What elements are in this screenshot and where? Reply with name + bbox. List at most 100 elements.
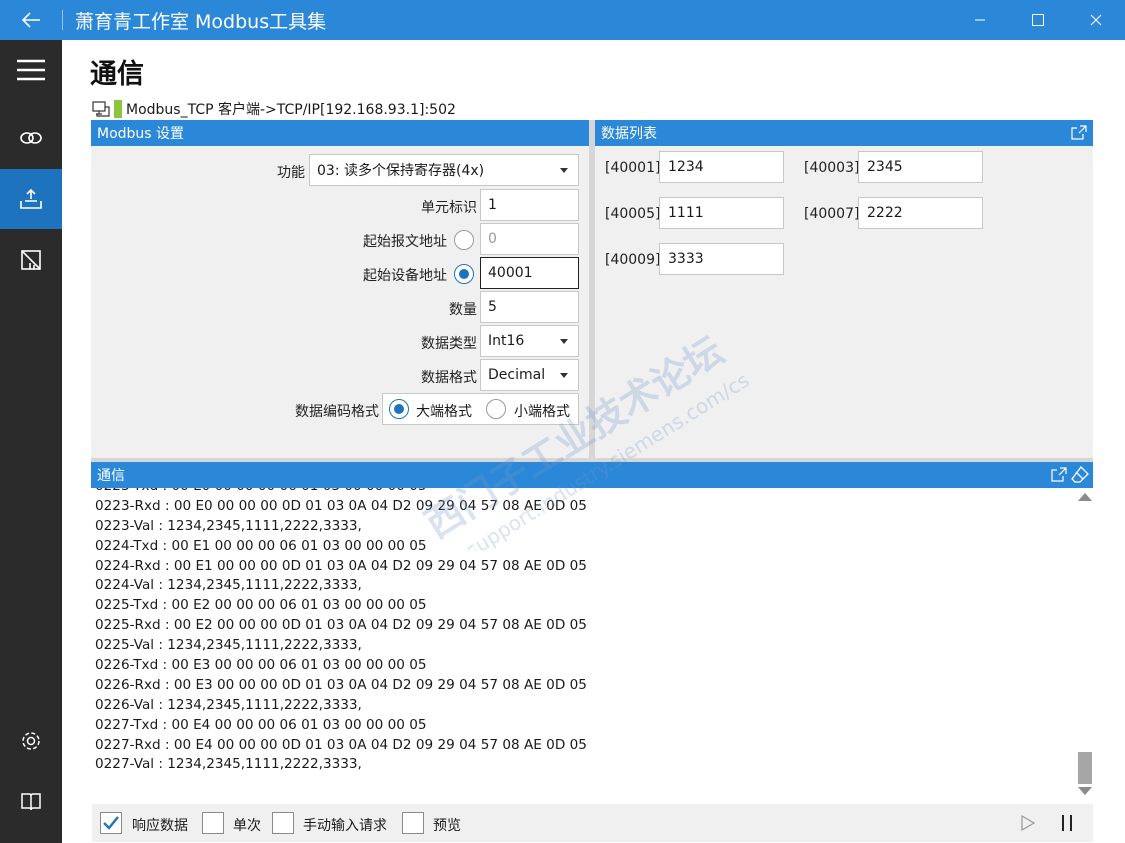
comm-log[interactable]: 0223-Txd : 00 E0 00 00 00 06 01 03 00 00… bbox=[92, 488, 1077, 793]
popout-icon[interactable] bbox=[1051, 467, 1067, 482]
single-checkbox[interactable] bbox=[202, 812, 224, 834]
arrow-left-icon bbox=[21, 12, 40, 28]
modbus-settings-panel: 功能 03: 读多个保持寄存器(4x) 单元标识 1 起始报文地址 0 起始设备… bbox=[91, 146, 589, 458]
data-format-select[interactable]: Decimal bbox=[480, 359, 579, 391]
start-msg-addr-label: 起始报文地址 bbox=[363, 234, 447, 250]
page-title: 通信 bbox=[90, 59, 144, 90]
log-line: 0226-Rxd : 00 E3 00 00 00 0D 01 03 0A 04… bbox=[95, 676, 587, 693]
function-value: 03: 读多个保持寄存器(4x) bbox=[317, 163, 485, 179]
log-line: 0223-Txd : 00 E0 00 00 00 06 01 03 00 00… bbox=[92, 488, 1077, 497]
network-computer-icon bbox=[92, 101, 110, 117]
title-bar: 萧育青工作室 Modbus工具集 bbox=[0, 0, 1125, 40]
scroll-thumb[interactable] bbox=[1078, 752, 1092, 784]
connection-label: Modbus_TCP 客户端->TCP/IP[192.168.93.1]:502 bbox=[126, 102, 456, 118]
log-line: 0223-Val : 1234,2345,1111,2222,3333, bbox=[95, 517, 362, 534]
hamburger-menu-button[interactable] bbox=[0, 40, 62, 100]
little-endian-radio[interactable] bbox=[486, 399, 506, 419]
pause-icon[interactable] bbox=[1060, 814, 1074, 832]
log-line: 0225-Txd : 00 E2 00 00 00 06 01 03 00 00… bbox=[95, 597, 427, 614]
close-button[interactable] bbox=[1067, 0, 1125, 40]
settings-gear-icon bbox=[22, 732, 40, 750]
start-msg-addr-value: 0 bbox=[488, 231, 497, 247]
chevron-down-icon bbox=[560, 339, 568, 344]
unit-id-input[interactable]: 1 bbox=[480, 189, 579, 221]
function-label: 功能 bbox=[277, 165, 305, 181]
main-content: 通信 Modbus_TCP 客户端->TCP/IP[192.168.93.1]:… bbox=[62, 40, 1125, 843]
chevron-down-icon bbox=[560, 168, 568, 173]
data-addr: [40005] bbox=[605, 206, 661, 222]
log-line: 0223-Rxd : 00 E0 00 00 00 0D 01 03 0A 04… bbox=[95, 497, 587, 514]
start-dev-addr-input[interactable]: 40001 bbox=[480, 257, 579, 289]
log-line: 0226-Val : 1234,2345,1111,2222,3333, bbox=[95, 696, 362, 713]
start-msg-addr-input[interactable]: 0 bbox=[480, 223, 579, 255]
data-addr: [40003] bbox=[804, 160, 860, 176]
eraser-icon[interactable] bbox=[1071, 466, 1089, 483]
log-line: 0224-Rxd : 00 E1 00 00 00 0D 01 03 0A 04… bbox=[95, 557, 587, 574]
start-dev-addr-radio[interactable] bbox=[454, 264, 474, 284]
data-list-title: 数据列表 bbox=[601, 126, 657, 142]
count-input[interactable]: 5 bbox=[480, 291, 579, 323]
checkmark-icon bbox=[103, 816, 119, 830]
data-list-header: 数据列表 bbox=[595, 120, 1093, 146]
function-select[interactable]: 03: 读多个保持寄存器(4x) bbox=[309, 154, 579, 186]
data-value: 1111 bbox=[668, 205, 704, 221]
log-line: 0227-Rxd : 00 E4 00 00 00 0D 01 03 0A 04… bbox=[95, 736, 587, 753]
data-format-value: Decimal bbox=[488, 367, 546, 383]
data-value-field[interactable]: 2345 bbox=[858, 151, 983, 183]
data-type-label: 数据类型 bbox=[421, 336, 477, 352]
start-msg-addr-radio[interactable] bbox=[454, 230, 474, 250]
log-line: 0224-Txd : 00 E1 00 00 00 06 01 03 00 00… bbox=[95, 537, 427, 554]
data-value-field[interactable]: 3333 bbox=[659, 243, 784, 275]
comm-header: 通信 bbox=[91, 462, 1093, 488]
log-line: 0226-Txd : 00 E3 00 00 00 06 01 03 00 00… bbox=[95, 657, 427, 674]
back-button[interactable] bbox=[0, 0, 62, 40]
chevron-down-icon bbox=[560, 373, 568, 378]
nav-settings[interactable] bbox=[0, 711, 62, 771]
log-line: 0224-Val : 1234,2345,1111,2222,3333, bbox=[95, 577, 362, 594]
link-icon bbox=[20, 132, 42, 144]
connection-indicator bbox=[114, 100, 122, 118]
nav-tools[interactable] bbox=[0, 230, 62, 290]
start-dev-addr-value: 40001 bbox=[488, 265, 533, 281]
data-value-field[interactable]: 2222 bbox=[858, 197, 983, 229]
nav-help[interactable] bbox=[0, 772, 62, 832]
preview-label: 预览 bbox=[433, 818, 461, 834]
play-icon[interactable] bbox=[1021, 815, 1035, 831]
hamburger-menu-icon bbox=[17, 59, 45, 81]
big-endian-label: 大端格式 bbox=[416, 404, 472, 420]
data-format-label: 数据格式 bbox=[421, 370, 477, 386]
comm-title: 通信 bbox=[97, 468, 125, 484]
big-endian-radio[interactable] bbox=[389, 399, 409, 419]
popout-icon[interactable] bbox=[1071, 125, 1087, 140]
data-value: 2222 bbox=[867, 205, 903, 221]
connection-status: Modbus_TCP 客户端->TCP/IP[192.168.93.1]:502 bbox=[92, 98, 456, 120]
data-value-field[interactable]: 1234 bbox=[659, 151, 784, 183]
manual-checkbox[interactable] bbox=[272, 812, 294, 834]
maximize-button[interactable] bbox=[1009, 0, 1067, 40]
encoding-label: 数据编码格式 bbox=[295, 404, 379, 420]
encoding-group: 大端格式 小端格式 bbox=[382, 393, 579, 425]
modbus-settings-header: Modbus 设置 bbox=[91, 120, 589, 146]
nav-connection[interactable] bbox=[0, 108, 62, 168]
comm-scrollbar[interactable] bbox=[1077, 488, 1093, 798]
data-list-panel: [40001] 1234 [40003] 2345 [40005] 1111 [… bbox=[595, 146, 1093, 458]
log-line: 0227-Val : 1234,2345,1111,2222,3333, bbox=[95, 756, 362, 773]
unit-id-label: 单元标识 bbox=[421, 200, 477, 216]
close-icon bbox=[1090, 14, 1102, 26]
respond-checkbox[interactable] bbox=[100, 812, 122, 834]
log-line: 0225-Val : 1234,2345,1111,2222,3333, bbox=[95, 637, 362, 654]
data-value-field[interactable]: 1111 bbox=[659, 197, 784, 229]
data-type-value: Int16 bbox=[488, 333, 525, 349]
side-navigation bbox=[0, 40, 62, 843]
minimize-icon bbox=[975, 19, 985, 21]
data-type-select[interactable]: Int16 bbox=[480, 325, 579, 357]
single-label: 单次 bbox=[233, 818, 261, 834]
minimize-button[interactable] bbox=[951, 0, 1009, 40]
scroll-down-icon[interactable] bbox=[1078, 786, 1092, 796]
data-addr: [40009] bbox=[605, 252, 661, 268]
count-value: 5 bbox=[488, 299, 497, 315]
preview-checkbox[interactable] bbox=[402, 812, 424, 834]
scroll-up-icon[interactable] bbox=[1078, 492, 1092, 502]
manual-label: 手动输入请求 bbox=[303, 818, 387, 834]
nav-communication[interactable] bbox=[0, 169, 62, 229]
